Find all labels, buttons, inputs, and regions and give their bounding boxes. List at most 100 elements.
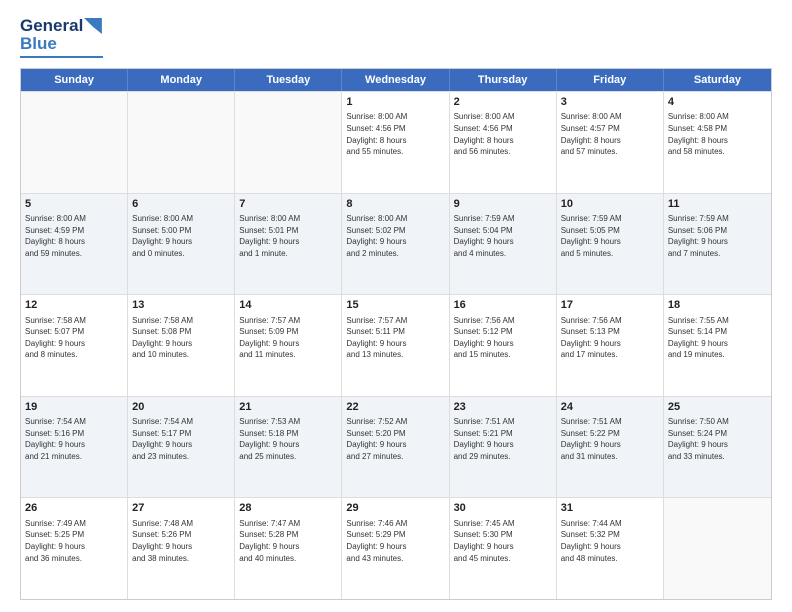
header: GeneralBlue [20, 16, 772, 58]
day-number: 22 [346, 400, 444, 415]
day-number: 12 [25, 298, 123, 313]
cell-info: Sunrise: 8:00 AM Sunset: 4:56 PM Dayligh… [454, 111, 552, 157]
calendar-cell: 24Sunrise: 7:51 AM Sunset: 5:22 PM Dayli… [557, 397, 664, 498]
day-number: 31 [561, 501, 659, 516]
calendar-body: 1Sunrise: 8:00 AM Sunset: 4:56 PM Daylig… [21, 91, 771, 599]
cell-info: Sunrise: 7:46 AM Sunset: 5:29 PM Dayligh… [346, 518, 444, 564]
cell-info: Sunrise: 7:57 AM Sunset: 5:09 PM Dayligh… [239, 315, 337, 361]
calendar-cell: 27 Sunrise: 7:48 AM Sunset: 5:26 PM Dayli… [128, 498, 235, 599]
calendar-header-cell: Thursday [450, 69, 557, 91]
calendar-cell: 30 Sunrise: 7:45 AM Sunset: 5:30 PM Dayli… [450, 498, 557, 599]
cell-info: Sunrise: 7:59 AM Sunset: 5:06 PM Dayligh… [668, 213, 767, 259]
day-number: 28 [239, 501, 337, 516]
calendar-cell: 29 Sunrise: 7:46 AM Sunset: 5:29 PM Dayli… [342, 498, 449, 599]
day-number: 23 [454, 400, 552, 415]
cell-info: Sunrise: 8:00 AM Sunset: 4:56 PM Dayligh… [346, 111, 444, 157]
calendar-header-cell: Monday [128, 69, 235, 91]
calendar-cell: 23Sunrise: 7:51 AM Sunset: 5:21 PM Dayli… [450, 397, 557, 498]
day-number: 30 [454, 501, 552, 516]
cell-info: Sunrise: 7:52 AM Sunset: 5:20 PM Dayligh… [346, 416, 444, 462]
cell-info: Sunrise: 7:54 AM Sunset: 5:17 PM Dayligh… [132, 416, 230, 462]
cell-info: Sunrise: 8:00 AM Sunset: 4:57 PM Dayligh… [561, 111, 659, 157]
calendar-row: 26 Sunrise: 7:49 AM Sunset: 5:25 PM Dayli… [21, 497, 771, 599]
cell-info: Sunrise: 7:54 AM Sunset: 5:16 PM Dayligh… [25, 416, 123, 462]
day-number: 5 [25, 197, 123, 212]
day-number: 17 [561, 298, 659, 313]
day-number: 8 [346, 197, 444, 212]
day-number: 3 [561, 95, 659, 110]
calendar-header-cell: Sunday [21, 69, 128, 91]
cell-info: Sunrise: 7:59 AM Sunset: 5:05 PM Dayligh… [561, 213, 659, 259]
cell-info: Sunrise: 8:00 AM Sunset: 5:02 PM Dayligh… [346, 213, 444, 259]
calendar-cell: 15Sunrise: 7:57 AM Sunset: 5:11 PM Dayli… [342, 295, 449, 396]
calendar-cell: 21Sunrise: 7:53 AM Sunset: 5:18 PM Dayli… [235, 397, 342, 498]
day-number: 10 [561, 197, 659, 212]
calendar-cell: 11Sunrise: 7:59 AM Sunset: 5:06 PM Dayli… [664, 194, 771, 295]
cell-info: Sunrise: 8:00 AM Sunset: 4:59 PM Dayligh… [25, 213, 123, 259]
calendar-header-row: SundayMondayTuesdayWednesdayThursdayFrid… [21, 69, 771, 91]
calendar-row: 1Sunrise: 8:00 AM Sunset: 4:56 PM Daylig… [21, 91, 771, 193]
day-number: 25 [668, 400, 767, 415]
page: GeneralBlue SundayMondayTuesdayWednesday… [0, 0, 792, 612]
day-number: 7 [239, 197, 337, 212]
calendar-cell: 13 Sunrise: 7:58 AM Sunset: 5:08 PM Dayli… [128, 295, 235, 396]
cell-info: Sunrise: 8:00 AM Sunset: 5:00 PM Dayligh… [132, 213, 230, 259]
cell-info: Sunrise: 7:58 AM Sunset: 5:07 PM Dayligh… [25, 315, 123, 361]
calendar-cell [664, 498, 771, 599]
calendar-header-cell: Saturday [664, 69, 771, 91]
day-number: 9 [454, 197, 552, 212]
day-number: 6 [132, 197, 230, 212]
cell-info: Sunrise: 7:56 AM Sunset: 5:13 PM Dayligh… [561, 315, 659, 361]
calendar: SundayMondayTuesdayWednesdayThursdayFrid… [20, 68, 772, 600]
calendar-cell: 10Sunrise: 7:59 AM Sunset: 5:05 PM Dayli… [557, 194, 664, 295]
day-number: 18 [668, 298, 767, 313]
cell-info: Sunrise: 7:47 AM Sunset: 5:28 PM Dayligh… [239, 518, 337, 564]
day-number: 27 [132, 501, 230, 516]
calendar-cell: 18Sunrise: 7:55 AM Sunset: 5:14 PM Dayli… [664, 295, 771, 396]
calendar-cell: 20Sunrise: 7:54 AM Sunset: 5:17 PM Dayli… [128, 397, 235, 498]
cell-info: Sunrise: 7:49 AM Sunset: 5:25 PM Dayligh… [25, 518, 123, 564]
calendar-cell: 12 Sunrise: 7:58 AM Sunset: 5:07 PM Dayli… [21, 295, 128, 396]
calendar-cell: 6Sunrise: 8:00 AM Sunset: 5:00 PM Daylig… [128, 194, 235, 295]
day-number: 4 [668, 95, 767, 110]
calendar-cell [235, 92, 342, 193]
calendar-cell: 22Sunrise: 7:52 AM Sunset: 5:20 PM Dayli… [342, 397, 449, 498]
cell-info: Sunrise: 7:45 AM Sunset: 5:30 PM Dayligh… [454, 518, 552, 564]
calendar-cell: 26 Sunrise: 7:49 AM Sunset: 5:25 PM Dayli… [21, 498, 128, 599]
cell-info: Sunrise: 7:57 AM Sunset: 5:11 PM Dayligh… [346, 315, 444, 361]
calendar-cell: 7Sunrise: 8:00 AM Sunset: 5:01 PM Daylig… [235, 194, 342, 295]
calendar-header-cell: Tuesday [235, 69, 342, 91]
calendar-header-cell: Wednesday [342, 69, 449, 91]
calendar-cell: 8Sunrise: 8:00 AM Sunset: 5:02 PM Daylig… [342, 194, 449, 295]
cell-info: Sunrise: 7:53 AM Sunset: 5:18 PM Dayligh… [239, 416, 337, 462]
cell-info: Sunrise: 7:51 AM Sunset: 5:21 PM Dayligh… [454, 416, 552, 462]
calendar-cell: 16Sunrise: 7:56 AM Sunset: 5:12 PM Dayli… [450, 295, 557, 396]
calendar-cell: 9Sunrise: 7:59 AM Sunset: 5:04 PM Daylig… [450, 194, 557, 295]
day-number: 11 [668, 197, 767, 212]
calendar-cell [21, 92, 128, 193]
calendar-row: 5Sunrise: 8:00 AM Sunset: 4:59 PM Daylig… [21, 193, 771, 295]
cell-info: Sunrise: 8:00 AM Sunset: 5:01 PM Dayligh… [239, 213, 337, 259]
logo: GeneralBlue [20, 16, 103, 58]
day-number: 1 [346, 95, 444, 110]
calendar-cell: 14 Sunrise: 7:57 AM Sunset: 5:09 PM Dayli… [235, 295, 342, 396]
cell-info: Sunrise: 7:44 AM Sunset: 5:32 PM Dayligh… [561, 518, 659, 564]
day-number: 19 [25, 400, 123, 415]
cell-info: Sunrise: 7:48 AM Sunset: 5:26 PM Dayligh… [132, 518, 230, 564]
calendar-cell: 25Sunrise: 7:50 AM Sunset: 5:24 PM Dayli… [664, 397, 771, 498]
day-number: 26 [25, 501, 123, 516]
calendar-cell: 4Sunrise: 8:00 AM Sunset: 4:58 PM Daylig… [664, 92, 771, 193]
day-number: 20 [132, 400, 230, 415]
calendar-cell: 19Sunrise: 7:54 AM Sunset: 5:16 PM Dayli… [21, 397, 128, 498]
cell-info: Sunrise: 7:58 AM Sunset: 5:08 PM Dayligh… [132, 315, 230, 361]
day-number: 13 [132, 298, 230, 313]
calendar-cell: 1Sunrise: 8:00 AM Sunset: 4:56 PM Daylig… [342, 92, 449, 193]
calendar-cell: 17 Sunrise: 7:56 AM Sunset: 5:13 PM Dayli… [557, 295, 664, 396]
day-number: 29 [346, 501, 444, 516]
day-number: 14 [239, 298, 337, 313]
day-number: 24 [561, 400, 659, 415]
calendar-cell [128, 92, 235, 193]
calendar-cell: 3Sunrise: 8:00 AM Sunset: 4:57 PM Daylig… [557, 92, 664, 193]
calendar-row: 12 Sunrise: 7:58 AM Sunset: 5:07 PM Dayli… [21, 294, 771, 396]
day-number: 16 [454, 298, 552, 313]
